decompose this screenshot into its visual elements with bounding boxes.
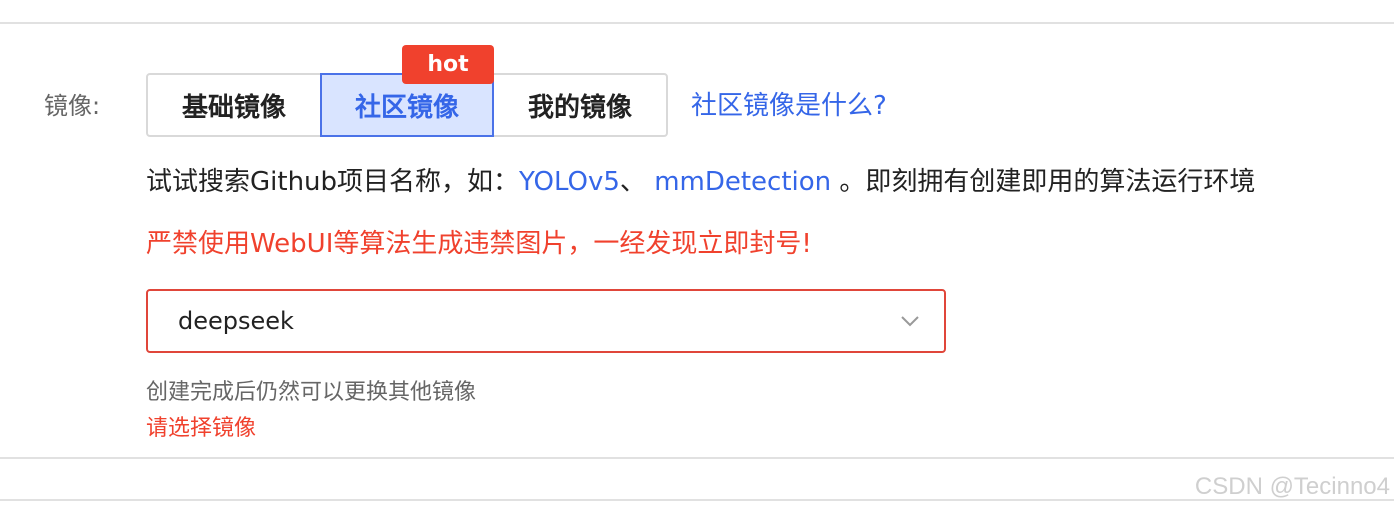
- image-select-value: deepseek: [178, 307, 294, 335]
- hot-badge: hot: [402, 45, 494, 84]
- watermark: CSDN @Tecinno4: [1194, 473, 1390, 500]
- image-help-text: 创建完成后仍然可以更换其他镜像: [146, 380, 477, 405]
- search-hint-prefix: 试试搜索Github项目名称，如：: [146, 167, 520, 197]
- tab-my-image[interactable]: 我的镜像: [492, 73, 668, 137]
- image-select[interactable]: deepseek: [146, 289, 946, 353]
- yolov5-link[interactable]: YOLOv5: [519, 167, 620, 197]
- search-hint: 试试搜索Github项目名称，如：YOLOv5、 mmDetection 。即刻…: [146, 162, 1255, 202]
- search-hint-suffix: 。即刻拥有创建即用的算法运行环境: [831, 167, 1256, 197]
- search-hint-separator: 、: [619, 167, 655, 197]
- image-error-text: 请选择镜像: [146, 416, 257, 441]
- divider-bottom: [0, 499, 1394, 501]
- what-is-community-image-link[interactable]: 社区镜像是什么?: [691, 86, 887, 126]
- image-field-label: 镜像:: [44, 92, 101, 120]
- divider-middle: [0, 457, 1394, 459]
- prohibition-warning: 严禁使用WebUI等算法生成违禁图片，一经发现立即封号!: [146, 229, 812, 259]
- page: 镜像: 基础镜像 社区镜像 我的镜像 hot 社区镜像是什么? 试试搜索Gith…: [0, 0, 1394, 510]
- divider-top: [0, 22, 1394, 24]
- tab-basic-image[interactable]: 基础镜像: [146, 73, 322, 137]
- mmdetection-link[interactable]: mmDetection: [654, 167, 831, 197]
- chevron-down-icon: [901, 316, 919, 327]
